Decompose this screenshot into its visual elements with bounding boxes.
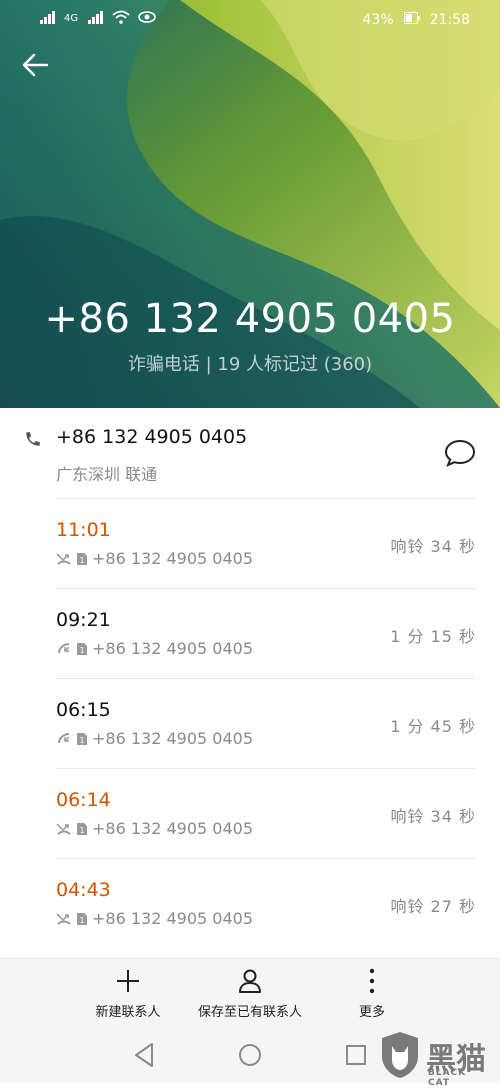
sim-card-icon: 1 bbox=[77, 642, 87, 655]
person-icon bbox=[239, 969, 261, 993]
signal-label: 4G bbox=[64, 13, 79, 24]
sim-card-icon: 1 bbox=[77, 552, 87, 565]
call-row[interactable]: 04:43 1 +86 132 4905 0405 响铃 27 秒 bbox=[56, 858, 476, 948]
contact-info-row[interactable]: +86 132 4905 0405 广东深圳 联通 bbox=[0, 408, 500, 498]
watermark-subtext: BLACK CAT bbox=[428, 1068, 467, 1088]
call-duration: 响铃 34 秒 bbox=[390, 537, 476, 556]
call-row[interactable]: 06:15 1 +86 132 4905 0405 1 分 45 秒 bbox=[56, 678, 476, 768]
new-contact-label: 新建联系人 bbox=[95, 1005, 161, 1020]
call-number: +86 132 4905 0405 bbox=[92, 639, 253, 658]
svg-text:1: 1 bbox=[79, 916, 84, 925]
call-number: +86 132 4905 0405 bbox=[92, 549, 253, 568]
incoming-call-icon bbox=[58, 642, 70, 653]
back-button[interactable] bbox=[20, 50, 60, 86]
back-arrow-icon bbox=[22, 53, 49, 77]
save-to-existing-button[interactable]: 保存至已有联系人 bbox=[190, 967, 310, 1020]
status-time: 21:58 bbox=[429, 12, 470, 28]
missed-call-icon bbox=[56, 822, 71, 835]
status-bar: 4G 43% 21:58 bbox=[0, 0, 500, 40]
svg-text:1: 1 bbox=[79, 556, 84, 565]
call-row[interactable]: 11:01 1 +86 132 4905 0405 响铃 34 秒 bbox=[56, 498, 476, 588]
call-duration: 响铃 27 秒 bbox=[390, 897, 476, 916]
call-duration: 响铃 34 秒 bbox=[390, 807, 476, 826]
back-nav-button[interactable] bbox=[135, 1043, 153, 1067]
call-time: 11:01 bbox=[56, 519, 111, 541]
phone-icon bbox=[24, 430, 42, 452]
bottom-toolbar: 新建联系人 保存至已有联系人 更多 bbox=[0, 958, 500, 1029]
blackcat-watermark: 黑猫 BLACK CAT bbox=[378, 1028, 488, 1088]
call-row[interactable]: 09:21 1 +86 132 4905 0405 1 分 15 秒 bbox=[56, 588, 476, 678]
call-number: +86 132 4905 0405 bbox=[92, 909, 253, 928]
svg-text:1: 1 bbox=[79, 736, 84, 745]
call-number: +86 132 4905 0405 bbox=[92, 819, 253, 838]
battery-icon bbox=[403, 12, 420, 28]
missed-call-icon bbox=[56, 912, 71, 925]
sim-card-icon: 1 bbox=[77, 912, 87, 925]
call-time: 09:21 bbox=[56, 609, 111, 631]
missed-call-icon bbox=[56, 552, 71, 565]
recents-nav-button[interactable] bbox=[346, 1045, 366, 1065]
more-button[interactable]: 更多 bbox=[342, 967, 402, 1020]
header-phone-number: +86 132 4905 0405 bbox=[44, 296, 456, 342]
call-duration: 1 分 15 秒 bbox=[390, 627, 476, 646]
contact-location: 广东深圳 联通 bbox=[56, 465, 158, 484]
home-nav-button[interactable] bbox=[239, 1044, 261, 1066]
call-time: 04:43 bbox=[56, 879, 111, 901]
call-time: 06:14 bbox=[56, 789, 111, 811]
contact-number: +86 132 4905 0405 bbox=[56, 426, 248, 448]
battery-percent: 43% bbox=[362, 12, 394, 28]
svg-text:1: 1 bbox=[79, 826, 84, 835]
plus-icon bbox=[117, 970, 139, 992]
signal-icon bbox=[30, 10, 56, 27]
incoming-call-icon bbox=[58, 732, 70, 743]
svg-text:1: 1 bbox=[79, 646, 84, 655]
signal-icon-2 bbox=[86, 10, 104, 27]
call-row[interactable]: 06:14 1 +86 132 4905 0405 响铃 34 秒 bbox=[56, 768, 476, 858]
call-duration: 1 分 45 秒 bbox=[390, 717, 476, 736]
call-history-list: 11:01 1 +86 132 4905 0405 响铃 34 秒 09:21 … bbox=[0, 498, 500, 948]
wifi-icon bbox=[112, 10, 130, 27]
sim-card-icon: 1 bbox=[77, 822, 87, 835]
contact-header: 4G 43% 21:58 +86 132 4905 0405 诈骗电话 | 19… bbox=[0, 0, 500, 408]
eye-icon bbox=[138, 10, 156, 27]
call-time: 06:15 bbox=[56, 699, 111, 721]
save-to-existing-label: 保存至已有联系人 bbox=[197, 1005, 302, 1020]
blackcat-shield-logo bbox=[382, 1032, 418, 1078]
fraud-tag: 诈骗电话 | 19 人标记过 (360) bbox=[127, 354, 373, 375]
new-contact-button[interactable]: 新建联系人 bbox=[88, 967, 168, 1020]
message-icon[interactable] bbox=[444, 438, 476, 472]
sim-card-icon: 1 bbox=[77, 732, 87, 745]
more-label: 更多 bbox=[358, 1005, 385, 1020]
more-vertical-icon bbox=[369, 968, 375, 994]
call-number: +86 132 4905 0405 bbox=[92, 729, 253, 748]
header-artwork bbox=[0, 0, 500, 408]
